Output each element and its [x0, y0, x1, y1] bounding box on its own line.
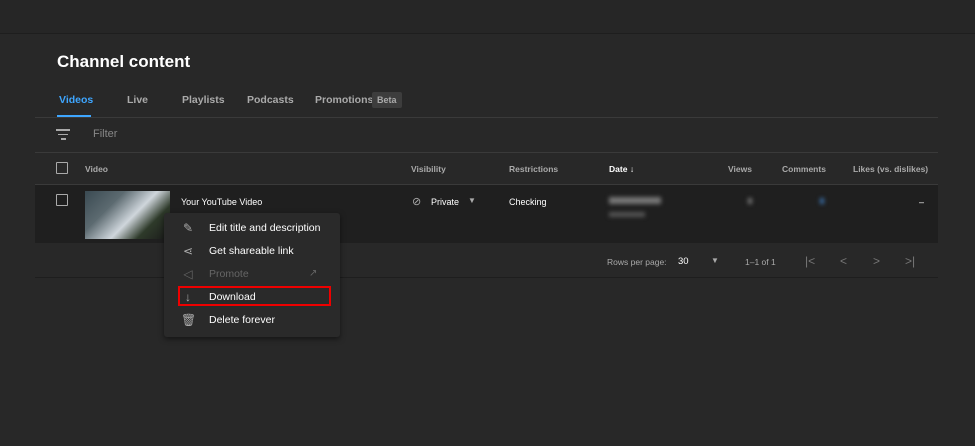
filter-input[interactable]: Filter	[93, 128, 117, 140]
menu-item-edit[interactable]: ✎ Edit title and description	[164, 218, 340, 240]
rows-per-page-select[interactable]: 30	[678, 256, 689, 267]
sort-down-icon: ↓	[629, 164, 635, 174]
comments-blurred	[820, 198, 824, 204]
next-page-icon[interactable]: >	[873, 254, 880, 268]
likes-value: –	[919, 197, 925, 207]
filter-icon[interactable]	[56, 129, 70, 143]
pencil-icon: ✎	[182, 221, 194, 235]
menu-item-label: Edit title and description	[209, 222, 321, 234]
column-date[interactable]: Date ↓	[609, 164, 634, 174]
column-comments: Comments	[782, 164, 826, 174]
external-link-icon: ↗	[309, 268, 318, 279]
prev-page-icon[interactable]: <	[840, 254, 847, 268]
tab-live[interactable]: Live	[127, 94, 148, 106]
video-options-menu: ✎ Edit title and description ⋖ Get shareab…	[164, 213, 340, 337]
share-icon: ⋖	[182, 244, 194, 258]
page-range: 1–1 of 1	[745, 257, 776, 267]
rows-per-page-label: Rows per page:	[607, 257, 667, 267]
beta-badge: Beta	[372, 92, 402, 108]
views-blurred	[748, 198, 752, 204]
table-header: Video Visibility Restrictions Date ↓ Vie…	[35, 153, 938, 185]
menu-item-label: Promote	[209, 268, 249, 280]
page-title: Channel content	[57, 52, 191, 71]
active-tab-indicator	[57, 115, 91, 117]
date-status-blurred	[609, 212, 645, 217]
date-blurred	[609, 197, 661, 204]
menu-item-promote[interactable]: ◁ Promote ↗	[164, 264, 340, 286]
caret-down-icon[interactable]: ▼	[711, 256, 719, 265]
visibility-dropdown[interactable]: Private	[431, 197, 459, 207]
eye-off-icon: ⊘	[412, 196, 422, 208]
video-thumbnail[interactable]	[85, 191, 170, 239]
restrictions-value: Checking	[509, 197, 547, 207]
caret-down-icon[interactable]: ▼	[468, 196, 476, 205]
top-bar	[0, 0, 975, 34]
tab-bar: Videos Live Playlists Podcasts Promotion…	[35, 90, 938, 118]
first-page-icon[interactable]: |<	[805, 254, 815, 268]
menu-item-delete[interactable]: 🗑 Delete forever	[164, 310, 340, 332]
filter-bar: Filter	[35, 119, 938, 153]
download-icon: ↓	[185, 290, 191, 304]
menu-item-share[interactable]: ⋖ Get shareable link	[164, 241, 340, 263]
menu-item-label: Get shareable link	[209, 245, 294, 257]
tab-podcasts[interactable]: Podcasts	[247, 94, 294, 106]
last-page-icon[interactable]: >|	[905, 254, 915, 268]
video-title[interactable]: Your YouTube Video	[181, 197, 262, 207]
row-checkbox[interactable]	[56, 194, 68, 206]
column-video: Video	[85, 164, 108, 174]
select-all-checkbox[interactable]	[56, 162, 68, 174]
menu-item-label: Delete forever	[209, 314, 275, 326]
tab-videos[interactable]: Videos	[59, 94, 93, 106]
column-likes: Likes (vs. dislikes)	[853, 164, 929, 174]
column-views: Views	[728, 164, 752, 174]
column-visibility: Visibility	[411, 164, 446, 174]
column-date-label: Date	[609, 164, 628, 174]
menu-item-label: Download	[209, 291, 256, 303]
trash-icon: 🗑	[181, 313, 197, 327]
column-restrictions: Restrictions	[509, 164, 559, 174]
tab-playlists[interactable]: Playlists	[182, 94, 225, 106]
megaphone-icon: ◁	[183, 267, 193, 281]
tab-promotions[interactable]: Promotions	[315, 94, 373, 106]
menu-item-download[interactable]: ↓ Download	[164, 286, 340, 309]
